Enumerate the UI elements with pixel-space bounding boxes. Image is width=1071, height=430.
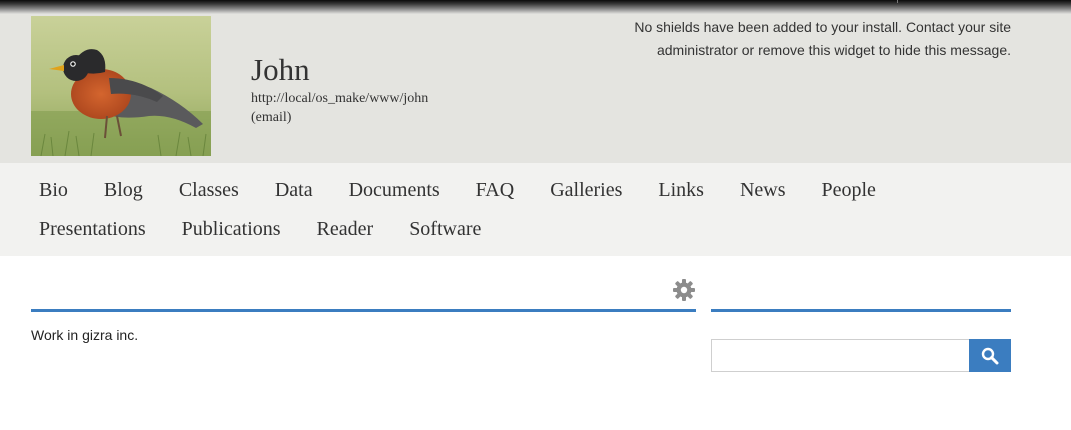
nav-item-documents[interactable]: Documents [349,179,440,202]
content-divider [31,309,696,312]
nav-item-faq[interactable]: FAQ [476,179,515,202]
nav-item-classes[interactable]: Classes [179,179,239,202]
profile-email: (email) [251,110,292,125]
top-bar-divider [897,0,898,3]
profile-photo [31,16,211,156]
search-input[interactable] [711,339,969,372]
nav-row-2: Presentations Publications Reader Softwa… [39,218,517,241]
nav-item-bio[interactable]: Bio [39,179,68,202]
site-header: John http://local/os_make/www/john (emai… [0,14,1071,163]
nav-item-presentations[interactable]: Presentations [39,218,146,241]
nav-item-people[interactable]: People [822,179,876,202]
top-shadow-bar [0,0,1071,14]
search-button[interactable] [969,339,1011,372]
main-nav: Bio Blog Classes Data Documents FAQ Gall… [0,163,1071,256]
nav-item-publications[interactable]: Publications [182,218,281,241]
nav-item-reader[interactable]: Reader [317,218,374,241]
nav-item-software[interactable]: Software [409,218,481,241]
nav-item-blog[interactable]: Blog [104,179,143,202]
gear-icon[interactable] [672,278,696,302]
nav-item-links[interactable]: Links [658,179,704,202]
profile-url: http://local/os_make/www/john [251,91,429,106]
nav-row-1: Bio Blog Classes Data Documents FAQ Gall… [39,179,912,202]
shields-notice: No shields have been added to your insta… [634,19,1011,58]
nav-item-news[interactable]: News [740,179,786,202]
profile-name: John [251,52,310,87]
sidebar-divider [711,309,1011,312]
search-icon [981,347,999,364]
nav-item-galleries[interactable]: Galleries [550,179,622,202]
bio-text: Work in gizra inc. [31,327,139,343]
nav-item-data[interactable]: Data [275,179,313,202]
